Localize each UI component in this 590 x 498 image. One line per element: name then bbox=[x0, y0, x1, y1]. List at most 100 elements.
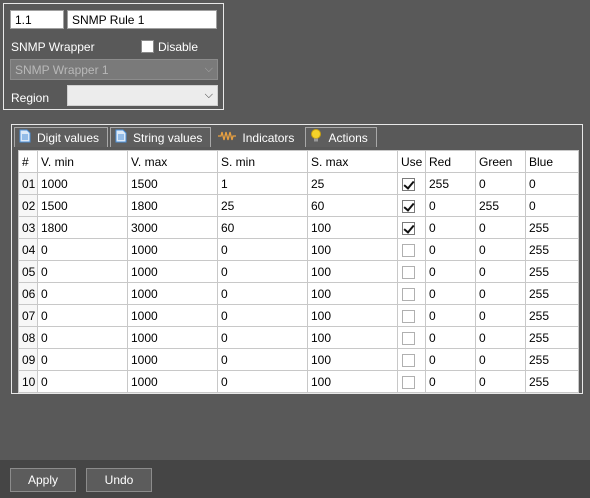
vmax-cell[interactable]: 1000 bbox=[127, 370, 218, 393]
use-checkbox[interactable] bbox=[402, 287, 415, 301]
blue-cell[interactable]: 255 bbox=[525, 260, 579, 283]
smin-cell[interactable]: 0 bbox=[217, 326, 308, 349]
red-cell[interactable]: 0 bbox=[425, 348, 476, 371]
vmin-cell[interactable]: 0 bbox=[37, 348, 128, 371]
red-cell[interactable]: 255 bbox=[425, 172, 476, 195]
use-checkbox[interactable] bbox=[402, 331, 415, 345]
smin-cell[interactable]: 0 bbox=[217, 348, 308, 371]
smax-cell[interactable]: 100 bbox=[307, 326, 398, 349]
blue-cell[interactable]: 255 bbox=[525, 304, 579, 327]
use-cell[interactable] bbox=[397, 238, 426, 261]
column-header[interactable]: S. min bbox=[217, 150, 308, 173]
column-header[interactable]: V. min bbox=[37, 150, 128, 173]
vmax-cell[interactable]: 1000 bbox=[127, 260, 218, 283]
tab-actions[interactable]: Actions bbox=[305, 127, 377, 147]
use-cell[interactable] bbox=[397, 304, 426, 327]
smax-cell[interactable]: 100 bbox=[307, 216, 398, 239]
vmin-cell[interactable]: 0 bbox=[37, 326, 128, 349]
smin-cell[interactable]: 25 bbox=[217, 194, 308, 217]
column-header[interactable]: Use bbox=[397, 150, 426, 173]
green-cell[interactable]: 0 bbox=[475, 238, 526, 261]
use-checkbox[interactable] bbox=[402, 243, 415, 257]
blue-cell[interactable]: 255 bbox=[525, 216, 579, 239]
use-checkbox[interactable] bbox=[402, 353, 415, 367]
rule-id-field[interactable]: 1.1 bbox=[10, 10, 64, 29]
smax-cell[interactable]: 100 bbox=[307, 282, 398, 305]
column-header[interactable]: Green bbox=[475, 150, 526, 173]
red-cell[interactable]: 0 bbox=[425, 370, 476, 393]
use-checkbox[interactable] bbox=[402, 199, 415, 213]
vmax-cell[interactable]: 1000 bbox=[127, 238, 218, 261]
green-cell[interactable]: 0 bbox=[475, 304, 526, 327]
red-cell[interactable]: 0 bbox=[425, 216, 476, 239]
smax-cell[interactable]: 100 bbox=[307, 348, 398, 371]
vmin-cell[interactable]: 1500 bbox=[37, 194, 128, 217]
red-cell[interactable]: 0 bbox=[425, 304, 476, 327]
disable-checkbox[interactable] bbox=[141, 40, 154, 53]
use-cell[interactable] bbox=[397, 370, 426, 393]
smax-cell[interactable]: 60 bbox=[307, 194, 398, 217]
undo-button[interactable]: Undo bbox=[86, 468, 152, 492]
green-cell[interactable]: 0 bbox=[475, 370, 526, 393]
vmax-cell[interactable]: 1000 bbox=[127, 326, 218, 349]
smin-cell[interactable]: 0 bbox=[217, 238, 308, 261]
vmin-cell[interactable]: 1000 bbox=[37, 172, 128, 195]
green-cell[interactable]: 0 bbox=[475, 326, 526, 349]
blue-cell[interactable]: 255 bbox=[525, 348, 579, 371]
vmin-cell[interactable]: 1800 bbox=[37, 216, 128, 239]
vmax-cell[interactable]: 1800 bbox=[127, 194, 218, 217]
smax-cell[interactable]: 100 bbox=[307, 370, 398, 393]
blue-cell[interactable]: 0 bbox=[525, 172, 579, 195]
tab-indicators[interactable]: Indicators bbox=[213, 127, 304, 147]
green-cell[interactable]: 0 bbox=[475, 216, 526, 239]
use-checkbox[interactable] bbox=[402, 309, 415, 323]
apply-button[interactable]: Apply bbox=[10, 468, 76, 492]
green-cell[interactable]: 0 bbox=[475, 172, 526, 195]
column-header[interactable]: S. max bbox=[307, 150, 398, 173]
blue-cell[interactable]: 255 bbox=[525, 326, 579, 349]
smin-cell[interactable]: 0 bbox=[217, 304, 308, 327]
use-cell[interactable] bbox=[397, 216, 426, 239]
use-cell[interactable] bbox=[397, 194, 426, 217]
vmin-cell[interactable]: 0 bbox=[37, 370, 128, 393]
smax-cell[interactable]: 100 bbox=[307, 304, 398, 327]
tab-string-values[interactable]: String values bbox=[110, 127, 212, 147]
use-cell[interactable] bbox=[397, 260, 426, 283]
blue-cell[interactable]: 255 bbox=[525, 282, 579, 305]
column-header[interactable]: Red bbox=[425, 150, 476, 173]
vmin-cell[interactable]: 0 bbox=[37, 282, 128, 305]
green-cell[interactable]: 0 bbox=[475, 348, 526, 371]
use-checkbox[interactable] bbox=[402, 265, 415, 279]
red-cell[interactable]: 0 bbox=[425, 194, 476, 217]
vmax-cell[interactable]: 1000 bbox=[127, 282, 218, 305]
vmax-cell[interactable]: 1500 bbox=[127, 172, 218, 195]
use-cell[interactable] bbox=[397, 282, 426, 305]
smax-cell[interactable]: 25 bbox=[307, 172, 398, 195]
blue-cell[interactable]: 0 bbox=[525, 194, 579, 217]
green-cell[interactable]: 0 bbox=[475, 260, 526, 283]
smin-cell[interactable]: 0 bbox=[217, 282, 308, 305]
vmax-cell[interactable]: 1000 bbox=[127, 304, 218, 327]
use-cell[interactable] bbox=[397, 172, 426, 195]
green-cell[interactable]: 0 bbox=[475, 282, 526, 305]
rule-name-field[interactable]: SNMP Rule 1 bbox=[67, 10, 217, 29]
use-checkbox[interactable] bbox=[402, 375, 415, 389]
tab-digit-values[interactable]: Digit values bbox=[14, 127, 109, 147]
smin-cell[interactable]: 1 bbox=[217, 172, 308, 195]
column-header[interactable]: V. max bbox=[127, 150, 218, 173]
red-cell[interactable]: 0 bbox=[425, 282, 476, 305]
vmax-cell[interactable]: 3000 bbox=[127, 216, 218, 239]
column-header[interactable]: Blue bbox=[525, 150, 579, 173]
use-cell[interactable] bbox=[397, 348, 426, 371]
red-cell[interactable]: 0 bbox=[425, 238, 476, 261]
column-header[interactable]: # bbox=[18, 150, 38, 173]
use-cell[interactable] bbox=[397, 326, 426, 349]
smin-cell[interactable]: 0 bbox=[217, 370, 308, 393]
region-select[interactable]: ⌵ bbox=[67, 85, 218, 106]
blue-cell[interactable]: 255 bbox=[525, 370, 579, 393]
green-cell[interactable]: 255 bbox=[475, 194, 526, 217]
vmin-cell[interactable]: 0 bbox=[37, 238, 128, 261]
vmin-cell[interactable]: 0 bbox=[37, 260, 128, 283]
smin-cell[interactable]: 0 bbox=[217, 260, 308, 283]
smin-cell[interactable]: 60 bbox=[217, 216, 308, 239]
